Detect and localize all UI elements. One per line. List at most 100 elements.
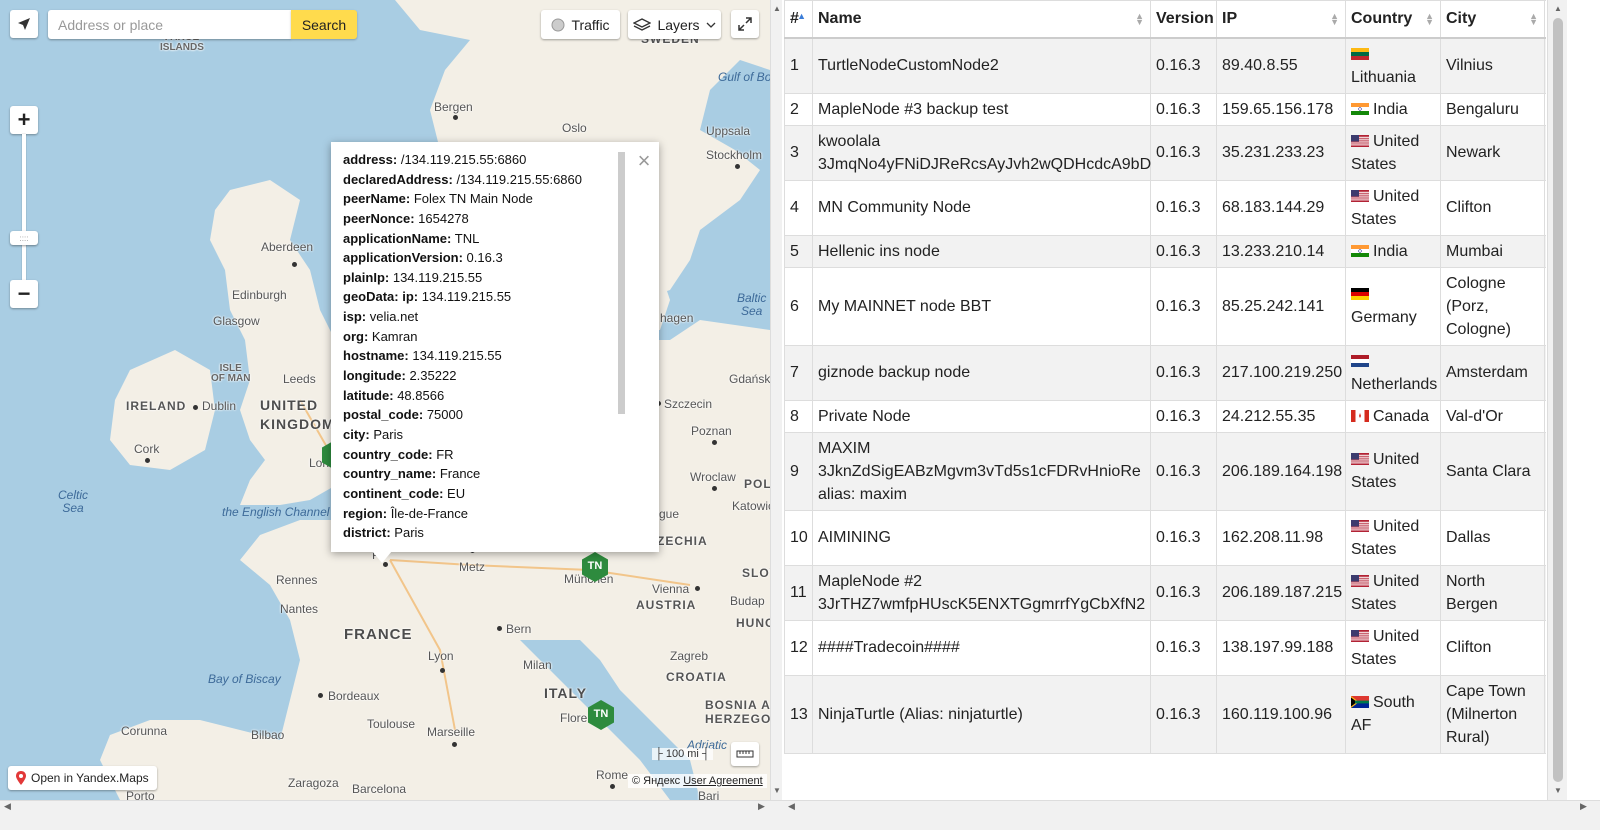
column-header-ip[interactable]: IP ▲ ▼: [1216, 0, 1346, 39]
nodes-table: # ▲ Name ▲ ▼ Version IP ▲ ▼ Country ▲ ▼ City ▲ ▼ …: [784, 0, 1546, 754]
scroll-up-icon[interactable]: ▲: [1554, 4, 1562, 13]
cell-name: MN Community Node: [812, 179, 1151, 236]
popup-field: country_code: FR: [343, 446, 454, 462]
table-row[interactable]: 13 NinjaTurtle (Alias: ninjaturtle) 0.16.3…: [784, 674, 1546, 754]
column-header-country[interactable]: Country ▲ ▼: [1345, 0, 1441, 39]
table-row[interactable]: 8 Private Node 0.16.3 24.212.55.35 Canada Val…: [784, 399, 1546, 433]
cell-country: United States: [1345, 564, 1441, 621]
tn-node-marker[interactable]: TN: [588, 700, 614, 730]
horizontal-scrollbar[interactable]: ◀ ▶ ◀ ▶: [0, 800, 1600, 830]
cell-version: 0.16.3: [1150, 344, 1217, 401]
popup-tail: [372, 551, 392, 563]
table-row[interactable]: 7 giznode backup node 0.16.3 217.100.219.25…: [784, 344, 1546, 401]
cell-city: Mumbai: [1440, 234, 1545, 268]
table-row[interactable]: 2 MapleNode #3 backup test 0.16.3 159.65.15…: [784, 92, 1546, 126]
scroll-down-icon[interactable]: ▼: [773, 786, 781, 795]
label-pol: POL: [744, 477, 770, 491]
table-row[interactable]: 12 ####Tradecoin#### 0.16.3 138.197.99.188 U…: [784, 619, 1546, 676]
table-row[interactable]: 6 My MAINNET node BBT 0.16.3 85.25.242.141 G…: [784, 266, 1546, 346]
cell-country: Lithuania: [1345, 37, 1441, 94]
scroll-left-icon[interactable]: ◀: [4, 801, 11, 812]
column-header-city[interactable]: City ▲ ▼: [1440, 0, 1545, 39]
table-row[interactable]: 1 TurtleNodeCustomNode2 0.16.3 89.40.8.55 Li…: [784, 37, 1546, 94]
label-hun: HUNG: [736, 616, 770, 630]
column-header-name[interactable]: Name ▲ ▼: [812, 0, 1151, 39]
scroll-right-icon[interactable]: ▶: [1580, 801, 1587, 812]
zoom-slider-track[interactable]: [22, 134, 26, 280]
flag-netherlands-icon: [1351, 354, 1369, 367]
scroll-down-icon[interactable]: ▼: [1554, 786, 1562, 795]
cell-name: ####Tradecoin####: [812, 619, 1151, 676]
search-input[interactable]: [48, 10, 291, 39]
traffic-button[interactable]: Traffic: [541, 10, 620, 39]
label-glasgow: Glasgow: [213, 314, 260, 328]
scroll-right-icon[interactable]: ▶: [758, 801, 765, 812]
scrollbar-thumb[interactable]: [1553, 18, 1563, 782]
flag-india-icon: [1351, 244, 1369, 257]
table-row[interactable]: 3 kwoolala 3JmqNo4yFNiDJReRcsAyJvh2wQDHcd…: [784, 124, 1546, 181]
popup-field: applicationName: TNL: [343, 230, 480, 246]
cell-number: 5: [784, 234, 813, 268]
popup-field: hostname: 134.119.215.55: [343, 348, 502, 364]
popup-field: city: Paris: [343, 426, 403, 442]
table-row[interactable]: 11 MapleNode #2 3JrTHZ7wmfpHUscK5ENXTGgmr…: [784, 564, 1546, 621]
cell-version: 0.16.3: [1150, 124, 1217, 181]
label-vienna: Vienna: [652, 582, 690, 596]
column-header-number[interactable]: # ▲: [784, 0, 813, 39]
close-icon: ×: [637, 148, 651, 173]
geolocation-button[interactable]: [10, 10, 38, 38]
label-wroclaw: Wroclaw: [690, 470, 736, 484]
zoom-out-button[interactable]: −: [10, 280, 38, 308]
popup-fields: address: /134.119.215.55:6860 declaredAd…: [343, 152, 613, 545]
scroll-up-icon[interactable]: ▲: [773, 4, 781, 13]
cell-extra: T: [1544, 399, 1546, 433]
label-porto: Porto: [126, 789, 155, 800]
table-row[interactable]: 9 MAXIM 3JknZdSigEABzMgvm3vTd5s1cFDRvHnio…: [784, 431, 1546, 511]
flag-india-icon: [1351, 102, 1369, 115]
label-italy: ITALY: [544, 685, 588, 701]
label-corunna: Corunna: [121, 724, 168, 738]
flag-canada-icon: [1351, 409, 1369, 422]
cell-ip: 13.233.210.14: [1216, 234, 1346, 268]
table-row[interactable]: 4 MN Community Node 0.16.3 68.183.144.29 Uni…: [784, 179, 1546, 236]
popup-field: continent_code: EU: [343, 485, 466, 501]
map-view[interactable]: FAROE ISLANDS SWEDEN Gulf of Bo Bergen O…: [0, 0, 770, 800]
sort-icon: ▲ ▼: [1425, 11, 1434, 27]
city-dot: [318, 693, 323, 698]
cell-city: Vilnius: [1440, 37, 1545, 94]
table-vertical-scrollbar[interactable]: ▲ ▼: [1547, 0, 1567, 800]
cell-version: 0.16.3: [1150, 179, 1217, 236]
cell-country: United States: [1345, 509, 1441, 566]
table-row[interactable]: 5 Hellenic ins node 0.16.3 13.233.210.14 Ind…: [784, 234, 1546, 268]
column-header-version[interactable]: Version: [1150, 0, 1217, 39]
table-row[interactable]: 10 AIMINING 0.16.3 162.208.11.98 United Stat…: [784, 509, 1546, 566]
popup-close-button[interactable]: ×: [633, 150, 655, 172]
label-bern: Bern: [506, 622, 532, 636]
layers-button[interactable]: Layers: [628, 10, 721, 39]
country-name: India: [1373, 242, 1408, 260]
popup-field: geoData: ip: 134.119.215.55: [343, 289, 512, 305]
zoom-in-button[interactable]: +: [10, 106, 38, 134]
cell-ip: 89.40.8.55: [1216, 37, 1346, 94]
cell-extra: C: [1544, 124, 1546, 181]
cell-number: 8: [784, 399, 813, 433]
ruler-button[interactable]: [731, 742, 759, 766]
fullscreen-button[interactable]: [731, 10, 759, 38]
popup-scrollbar[interactable]: [618, 152, 625, 414]
cell-city: Newark: [1440, 124, 1545, 181]
cell-ip: 206.189.164.198: [1216, 431, 1346, 511]
label-zagreb: Zagreb: [670, 649, 709, 663]
tn-node-marker[interactable]: TN: [582, 552, 608, 582]
cell-version: 0.16.3: [1150, 399, 1217, 433]
zoom-slider-handle[interactable]: ::::: [10, 231, 38, 245]
cell-version: 0.16.3: [1150, 37, 1217, 94]
scroll-left-icon[interactable]: ◀: [788, 801, 795, 812]
label-szczecin: Szczecin: [664, 397, 713, 411]
open-in-yandex-maps-link[interactable]: Open in Yandex.Maps: [8, 766, 157, 790]
label-oslo: Oslo: [562, 121, 587, 135]
search-button[interactable]: Search: [291, 10, 357, 39]
map-vertical-scrollbar[interactable]: ▲ ▼: [770, 0, 782, 800]
column-header-extra[interactable]: [1544, 0, 1546, 39]
user-agreement-link[interactable]: User Agreement: [683, 775, 762, 787]
popup-field: longitude: 2.35222: [343, 368, 457, 384]
